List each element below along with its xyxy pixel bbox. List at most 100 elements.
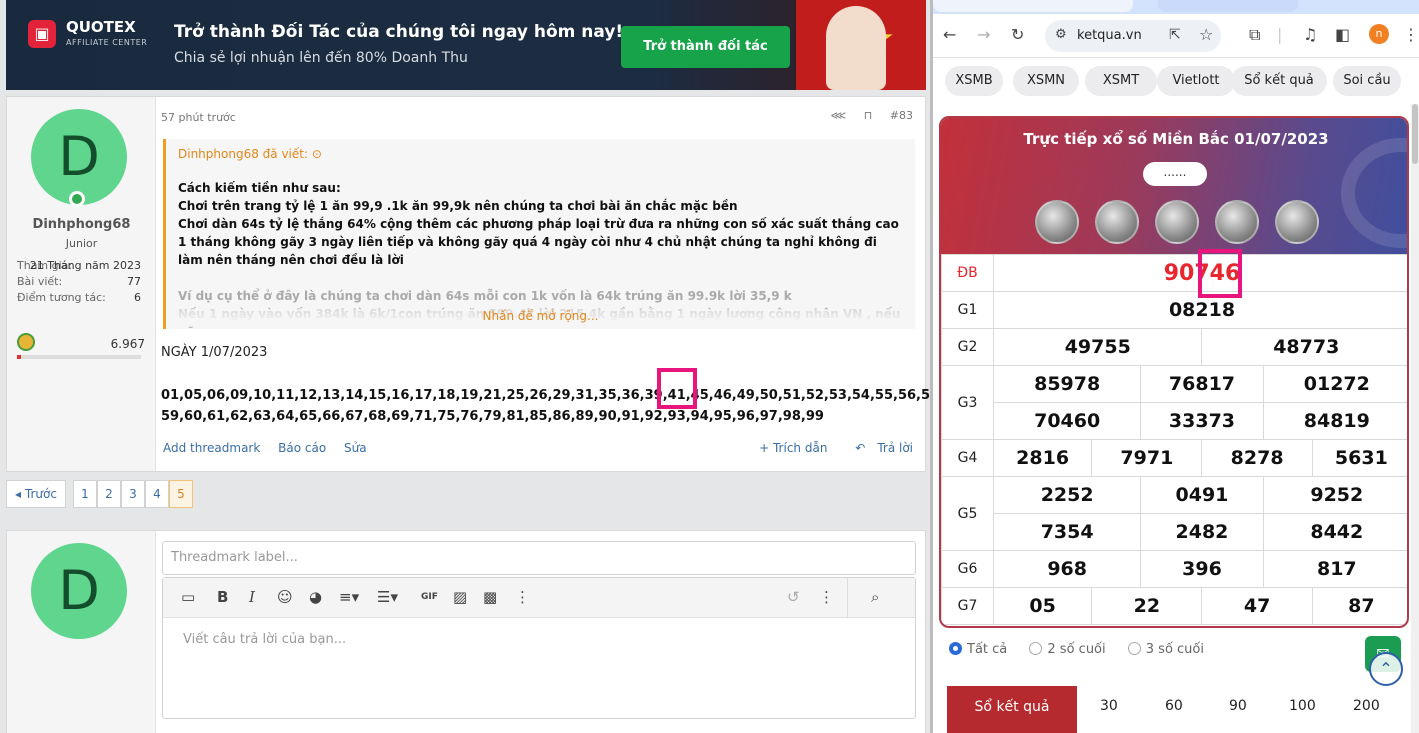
post-number[interactable]: #83 (890, 109, 913, 122)
extensions-icon[interactable]: ⧉ (1249, 26, 1260, 44)
palette-icon[interactable]: ◕ (309, 588, 322, 606)
media-control-icon[interactable]: ♫ (1303, 26, 1317, 44)
prize-value: 2482 (1140, 513, 1264, 551)
count-option[interactable]: 60 (1165, 698, 1183, 714)
share-icon[interactable]: ⋘ (831, 109, 847, 122)
add-threadmark-link[interactable]: Add threadmark (163, 441, 260, 455)
more-options-icon[interactable]: ⋮ (819, 588, 834, 606)
count-option[interactable]: 200 (1353, 698, 1380, 714)
reply-box: D Threadmark label... ▭ B I ☺ ◕ ≡▾ ☰▾ GI… (6, 530, 926, 733)
prize-value: 49755 (992, 328, 1203, 366)
scroll-top-button[interactable]: ⌃ (1369, 652, 1403, 686)
results-header: Trực tiếp xổ số Miền Bắc 01/07/2023 ....… (941, 118, 1407, 254)
prev-page-button[interactable]: ◂ Trước (6, 480, 66, 508)
reply-button[interactable]: ↶ Trả lời (843, 441, 913, 455)
money-icon[interactable]: ▭ (181, 588, 195, 606)
edit-link[interactable]: Sửa (344, 441, 367, 455)
filter-option-all[interactable]: Tất cả (949, 642, 1007, 657)
nav-chip[interactable]: XSMT (1085, 66, 1157, 96)
lottery-ball-icon (1095, 200, 1139, 244)
bookmark-icon[interactable]: ⊓ (864, 109, 873, 122)
post-numbers: 01,05,06,09,10,11,12,13,14,15,16,17,18,1… (161, 385, 930, 427)
forward-icon[interactable]: → (977, 26, 990, 44)
nav-chip[interactable]: Sổ kết quả (1231, 66, 1327, 96)
quote-line: Ví dụ cụ thể ở đây là chúng ta chơi dàn … (178, 289, 792, 303)
menu-icon[interactable]: ⋮ (1403, 26, 1419, 44)
quote-header[interactable]: Dinhphong68 đã viết: ⊙ (178, 147, 322, 161)
table-row: G2 49755 48773 (941, 328, 1407, 366)
table-row: ĐB 90746 (941, 254, 1407, 292)
results-card: Trực tiếp xổ số Miền Bắc 01/07/2023 ....… (939, 116, 1409, 628)
image-icon[interactable]: ▨ (453, 588, 467, 606)
prize-label: ĐB (941, 254, 994, 292)
tab-active[interactable] (933, 0, 1133, 12)
preview-icon[interactable]: ⌕ (871, 588, 879, 606)
ad-banner[interactable]: ▣ QUOTEX AFFILIATE CENTER Trở thành Đối … (6, 0, 926, 90)
numbers-line: 01,05,06,09,10,11,12,13,14,15,16,17,18,1… (161, 388, 930, 403)
italic-icon[interactable]: I (249, 588, 255, 606)
align-icon[interactable]: ≡▾ (339, 588, 359, 606)
count-option[interactable]: 90 (1229, 698, 1247, 714)
arrow-up-icon: ⊙ (311, 147, 322, 161)
threadmark-input[interactable]: Threadmark label... (162, 541, 916, 575)
table-row: G5 2252 0491 9252 (941, 476, 1407, 551)
profile-avatar[interactable]: n (1369, 24, 1389, 44)
gif-icon[interactable]: GIF (421, 588, 438, 606)
results-table: ĐB 90746 G1 08218 G2 49755 48773 G3 8597… (941, 254, 1407, 625)
prize-value: 0491 (1140, 476, 1264, 514)
post-time[interactable]: 57 phút trước (161, 111, 236, 124)
star-icon[interactable]: ☆ (1199, 26, 1213, 44)
tab-inactive[interactable] (1158, 0, 1298, 12)
sidepanel-icon[interactable]: ◧ (1335, 26, 1350, 44)
expand-quote-link[interactable]: Nhấn để mở rộng... (166, 309, 915, 323)
page-link[interactable]: 2 (97, 480, 121, 508)
undo-icon[interactable]: ↺ (787, 588, 800, 606)
filter-option-3[interactable]: 3 số cuối (1127, 642, 1204, 657)
site-info-icon[interactable]: ⚙ (1055, 27, 1067, 42)
become-partner-button[interactable]: Trở thành đối tác (621, 26, 790, 68)
url-text[interactable]: ketqua.vn (1077, 28, 1142, 43)
so-ket-qua-tab[interactable]: Sổ kết quả (947, 686, 1077, 733)
emoji-icon[interactable]: ☺ (277, 588, 293, 606)
prize-label: G2 (941, 328, 994, 366)
media-icon[interactable]: ▩ (483, 588, 497, 606)
numbers-line: 59,60,61,62,63,64,65,66,67,68,69,71,75,7… (161, 409, 824, 424)
prize-value: 9252 (1262, 476, 1407, 514)
prize-value: 396 (1140, 550, 1264, 588)
nav-chip[interactable]: Soi cầu (1333, 66, 1401, 96)
avatar: D (31, 543, 127, 639)
quote-button[interactable]: + Trích dẫn (759, 441, 827, 455)
lottery-ball-icon (1275, 200, 1319, 244)
share-page-icon[interactable]: ⇱ (1169, 26, 1181, 44)
quote-line: Chơi dàn 64s tỷ lệ thắng 64% cộng thêm c… (178, 217, 899, 267)
report-link[interactable]: Báo cáo (278, 441, 326, 455)
nav-chip[interactable]: XSMB (945, 66, 1003, 96)
count-option[interactable]: 100 (1289, 698, 1316, 714)
more-icon[interactable]: ⋮ (515, 588, 530, 606)
page-scrollbar[interactable] (1411, 104, 1419, 733)
bold-icon[interactable]: B (217, 588, 228, 606)
nav-chip[interactable]: Vietlott (1157, 66, 1235, 96)
list-icon[interactable]: ☰▾ (377, 588, 398, 606)
page-link-current[interactable]: 5 (169, 480, 193, 508)
page-link[interactable]: 1 (73, 480, 97, 508)
page-link[interactable]: 4 (145, 480, 169, 508)
trophy-icon (17, 333, 35, 351)
address-bar[interactable]: ⚙ ketqua.vn (1045, 20, 1221, 52)
quote-body: Cách kiếm tiền như sau: Chơi trên trang … (178, 179, 901, 269)
prize-label: G6 (941, 550, 994, 588)
prize-label: G3 (941, 365, 994, 440)
page-link[interactable]: 3 (121, 480, 145, 508)
stat-reactions: Điểm tương tác: 6 (17, 291, 141, 304)
count-option[interactable]: 30 (1100, 698, 1118, 714)
username[interactable]: Dinhphong68 (7, 217, 156, 232)
nav-chip[interactable]: XSMN (1013, 66, 1079, 96)
filter-option-2[interactable]: 2 số cuối (1029, 642, 1106, 657)
prize-label: G5 (941, 476, 994, 551)
table-row: G6 968 396 817 (941, 550, 1407, 588)
prize-value: 7971 (1091, 439, 1203, 477)
back-icon[interactable]: ← (943, 26, 956, 44)
prize-value: 968 (992, 550, 1142, 588)
reload-icon[interactable]: ↻ (1011, 26, 1024, 44)
reply-editor[interactable]: ▭ B I ☺ ◕ ≡▾ ☰▾ GIF ▨ ▩ ⋮ ↺ ⋮ ⌕ Viết câu… (162, 577, 916, 719)
